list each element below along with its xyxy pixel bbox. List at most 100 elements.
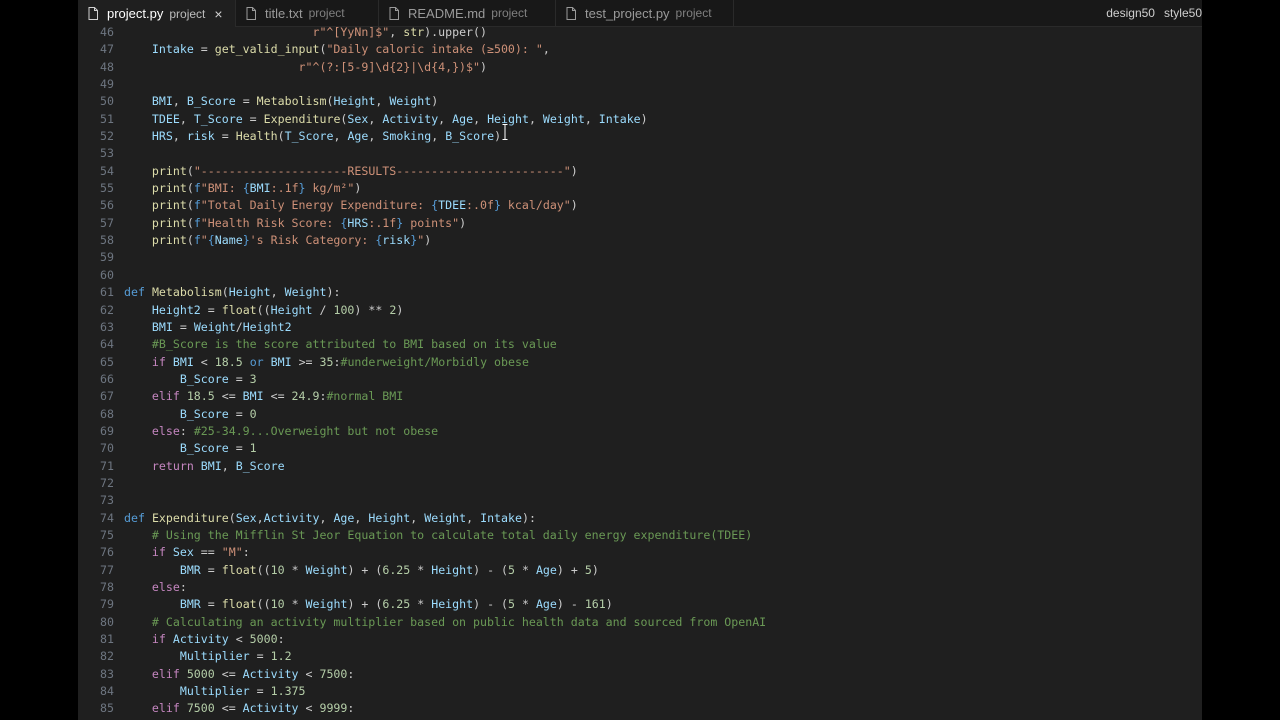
code-token: f xyxy=(193,198,201,213)
code-line[interactable]: 71 return BMI, B_Score xyxy=(78,458,1202,475)
code-token: Metabolism xyxy=(256,94,327,109)
code-token: 18.5 xyxy=(214,354,243,369)
code-line[interactable]: 57 print(f"Health Risk Score: {HRS:.1f} … xyxy=(78,215,1202,232)
code-line[interactable]: 50 BMI, B_Score = Metabolism(Height, Wei… xyxy=(78,93,1202,110)
code-line[interactable]: 59 xyxy=(78,249,1202,266)
code-line[interactable]: 72 xyxy=(78,475,1202,492)
code-line[interactable]: 69 else: #25-34.9...Overweight but not o… xyxy=(78,423,1202,440)
code-token: Intake xyxy=(480,510,522,525)
code-line[interactable]: 49 xyxy=(78,76,1202,93)
code-line[interactable]: 84 Multiplier = 1.375 xyxy=(78,683,1202,700)
code-token: = xyxy=(200,597,222,612)
code-token: 5 xyxy=(584,562,592,577)
code-line[interactable]: 68 B_Score = 0 xyxy=(78,406,1202,423)
code-line[interactable]: 77 BMR = float((10 * Weight) + (6.25 * H… xyxy=(78,562,1202,579)
code-token: Height2 xyxy=(242,319,292,334)
code-token: ( xyxy=(186,181,194,196)
code-line[interactable]: 81 if Activity < 5000: xyxy=(78,631,1202,648)
code-token: #underweight/Morbidly obese xyxy=(340,354,529,369)
code-line[interactable]: 53 xyxy=(78,145,1202,162)
code-token: BMI xyxy=(151,319,173,334)
code-line[interactable]: 78 else: xyxy=(78,579,1202,596)
code-text: elif 5000 <= Activity < 7500: xyxy=(124,666,354,683)
code-token: Metabolism xyxy=(151,285,222,300)
code-text: print(f"Total Daily Energy Expenditure: … xyxy=(124,197,578,214)
code-token: f xyxy=(193,233,201,248)
code-token: Intake xyxy=(598,111,641,126)
code-line[interactable]: 47 Intake = get_valid_input("Daily calor… xyxy=(78,41,1202,58)
code-area[interactable]: 46 r"^[YyNn]$", str).upper() 47 Intake = … xyxy=(78,24,1202,718)
code-line[interactable]: 55 print(f"BMI: {BMI:.1f} kg/m²") xyxy=(78,180,1202,197)
code-text: Multiplier = 1.375 xyxy=(124,683,306,700)
code-token: risk xyxy=(382,233,411,248)
code-line[interactable]: 73 xyxy=(78,492,1202,509)
code-token: elif xyxy=(151,389,180,404)
code-token: : xyxy=(277,632,285,647)
tab-description: project xyxy=(491,6,528,20)
code-token: risk xyxy=(186,129,215,144)
file-icon xyxy=(246,6,256,20)
code-line[interactable]: 46 r"^[YyNn]$", str).upper() xyxy=(78,24,1202,41)
code-line[interactable]: 76 if Sex == "M": xyxy=(78,544,1202,561)
code-token: : xyxy=(179,423,194,438)
code-line[interactable]: 62 Height2 = float((Height / 100) ** 2) xyxy=(78,302,1202,319)
code-line[interactable]: 48 r"^(?:[5-9]\d{2}|\d{4,})$") xyxy=(78,59,1202,76)
code-line[interactable]: 54 print("---------------------RESULTS--… xyxy=(78,163,1202,180)
code-line[interactable]: 74 def Expenditure(Sex,Activity, Age, Hei… xyxy=(78,510,1202,527)
code-line[interactable]: 64 #B_Score is the score attributed to B… xyxy=(78,336,1202,353)
code-token: elif xyxy=(151,701,180,716)
code-token: Age xyxy=(347,129,369,144)
code-line[interactable]: 61 def Metabolism(Height, Weight): xyxy=(78,284,1202,301)
code-token: Height xyxy=(270,302,313,317)
code-line[interactable]: 82 Multiplier = 1.2 xyxy=(78,648,1202,665)
code-line[interactable]: 66 B_Score = 3 xyxy=(78,371,1202,388)
code-line[interactable]: 79 BMR = float((10 * Weight) + (6.25 * H… xyxy=(78,596,1202,613)
code-token: " xyxy=(200,233,208,248)
code-line[interactable]: 56 print(f"Total Daily Energy Expenditur… xyxy=(78,197,1202,214)
code-line[interactable]: 67 elif 18.5 <= BMI <= 24.9:#normal BMI xyxy=(78,388,1202,405)
code-line[interactable]: 85 elif 7500 <= Activity < 9999: xyxy=(78,700,1202,717)
code-token: 5000 xyxy=(249,632,278,647)
code-token: (( xyxy=(256,302,271,317)
code-line[interactable]: 52 HRS, risk = Health(T_Score, Age, Smok… xyxy=(78,128,1202,145)
code-token: 6.25 xyxy=(382,597,411,612)
tab-title-txt[interactable]: title.txt project xyxy=(236,0,379,26)
code-token: TDEE xyxy=(151,111,180,126)
code-token: Sex xyxy=(347,111,369,126)
code-token: = xyxy=(249,649,271,664)
close-icon[interactable]: × xyxy=(214,6,222,22)
line-number: 67 xyxy=(100,389,114,404)
tab-project-py[interactable]: project.py project × xyxy=(78,0,236,27)
tab-test-project-py[interactable]: test_project.py project xyxy=(556,0,734,26)
code-line[interactable]: 63 BMI = Weight/Height2 xyxy=(78,319,1202,336)
code-line[interactable]: 65 if BMI < 18.5 or BMI >= 35:#underweig… xyxy=(78,354,1202,371)
code-line[interactable]: 58 print(f"{Name}'s Risk Category: {risk… xyxy=(78,232,1202,249)
code-token: BMI xyxy=(151,94,173,109)
code-token: ) + ( xyxy=(347,562,383,577)
code-line[interactable]: 70 B_Score = 1 xyxy=(78,440,1202,457)
code-editor[interactable]: project.py project × title.txt project R… xyxy=(78,0,1202,720)
code-line[interactable]: 83 elif 5000 <= Activity < 7500: xyxy=(78,666,1202,683)
code-token: * xyxy=(284,562,306,577)
code-line[interactable]: 51 TDEE, T_Score = Expenditure(Sex, Acti… xyxy=(78,111,1202,128)
tab-readme-md[interactable]: README.md project xyxy=(379,0,556,26)
code-token: points" xyxy=(403,215,460,230)
code-line[interactable]: 75 # Using the Mifflin St Jeor Equation … xyxy=(78,527,1202,544)
code-token: print xyxy=(151,233,187,248)
style50-button[interactable]: style50 xyxy=(1164,6,1202,20)
code-token: HRS xyxy=(151,129,173,144)
code-line[interactable]: 80 # Calculating an activity multiplier … xyxy=(78,614,1202,631)
code-token: = xyxy=(228,441,250,456)
design50-button[interactable]: design50 xyxy=(1106,6,1155,20)
code-text: return BMI, B_Score xyxy=(124,458,285,475)
code-line[interactable]: 60 xyxy=(78,267,1202,284)
line-number: 71 xyxy=(100,458,114,473)
code-token: get_valid_input xyxy=(214,42,320,57)
